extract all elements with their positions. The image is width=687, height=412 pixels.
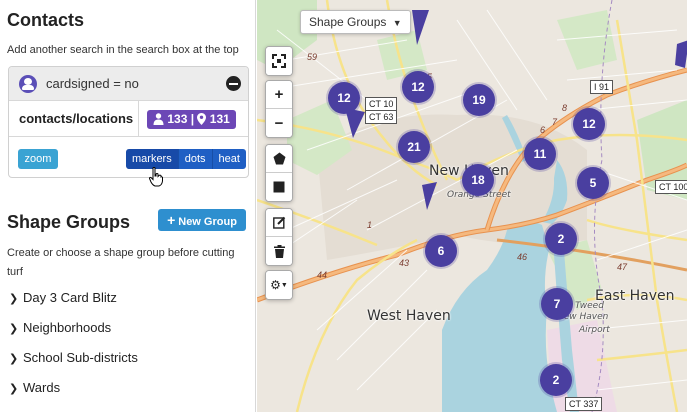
contacts-title: Contacts: [7, 10, 85, 30]
contacts-count: 133: [167, 112, 188, 126]
shield-ct63: CT 63: [365, 110, 398, 124]
zoom-out-icon[interactable]: −: [266, 109, 292, 137]
view-mode-toggle: markers dots heat: [126, 149, 246, 169]
marker-cluster[interactable]: 12: [328, 82, 360, 114]
chevron-right-icon: ❯: [9, 323, 19, 335]
sidebar: Contacts Add another search in the searc…: [0, 0, 256, 412]
caret-down-icon: ▼: [392, 18, 402, 28]
shield-ct10: CT 10: [365, 97, 398, 111]
shape-groups-dropdown-label: Shape Groups: [309, 15, 387, 29]
fullscreen-control: [265, 46, 293, 76]
markers-button[interactable]: markers: [126, 149, 178, 169]
label-airport: Airport: [579, 325, 610, 335]
gear-icon[interactable]: ⚙ ▼: [266, 271, 292, 299]
shield-i91: I 91: [590, 80, 614, 94]
plus-icon: +: [167, 212, 176, 228]
locations-count: 131: [209, 112, 230, 126]
settings-control: ⚙ ▼: [265, 270, 293, 300]
shield-ct337: CT 337: [565, 397, 603, 411]
zoom-button[interactable]: zoom: [18, 149, 58, 169]
draw-control: [265, 144, 293, 202]
polygon-icon[interactable]: [266, 145, 292, 173]
tree-item-neighborhoods[interactable]: ❯ Neighborhoods: [9, 320, 111, 335]
chevron-right-icon: ❯: [9, 293, 19, 305]
tree-item-label: School Sub-districts: [23, 350, 138, 365]
marker-cluster[interactable]: 6: [425, 235, 457, 267]
fullscreen-icon[interactable]: [266, 47, 292, 75]
tree-item-label: Wards: [23, 380, 61, 395]
edit-control: [265, 208, 293, 266]
road-47: 47: [617, 262, 628, 272]
trash-icon[interactable]: [266, 237, 292, 265]
tree-item-day3[interactable]: ❯ Day 3 Card Blitz: [9, 290, 117, 305]
shape-groups-hint: Create or choose a shape group before cu…: [7, 247, 235, 278]
new-group-button[interactable]: + New Group: [158, 209, 246, 231]
label-west-haven: West Haven: [367, 308, 451, 324]
map-view[interactable]: New Haven West Haven East Haven Orange S…: [257, 0, 687, 412]
marker-cluster[interactable]: 18: [462, 164, 494, 196]
search-card-row: contacts/locations 133 | 131: [9, 101, 248, 137]
tree-item-wards[interactable]: ❯ Wards: [9, 380, 60, 395]
search-card-header: cardsigned = no: [9, 67, 248, 101]
badge-separator: |: [190, 112, 195, 126]
search-card: cardsigned = no contacts/locations 133 |…: [8, 66, 249, 178]
zoom-in-icon[interactable]: +: [266, 81, 292, 109]
road-7: 7: [552, 117, 558, 127]
tree-item-school[interactable]: ❯ School Sub-districts: [9, 350, 138, 365]
rectangle-icon[interactable]: [266, 173, 292, 201]
shape-groups-dropdown[interactable]: Shape Groups ▼: [300, 10, 411, 34]
road-59: 59: [307, 52, 318, 62]
marker-cluster[interactable]: 12: [573, 108, 605, 140]
dots-button[interactable]: dots: [177, 149, 212, 169]
marker-cluster[interactable]: 21: [398, 131, 430, 163]
marker-cluster[interactable]: 19: [463, 84, 495, 116]
new-group-label: New Group: [178, 216, 237, 228]
row-divider: [138, 101, 139, 137]
road-46: 46: [517, 252, 528, 262]
remove-circle-icon[interactable]: [226, 76, 241, 91]
edit-icon[interactable]: [266, 209, 292, 237]
count-badge: 133 | 131: [147, 110, 236, 129]
contacts-locations-label: contacts/locations: [19, 111, 134, 126]
user-avatar-icon: [19, 75, 37, 93]
search-query[interactable]: cardsigned = no: [46, 76, 139, 91]
road-8: 8: [562, 103, 568, 113]
marker-cluster[interactable]: 7: [541, 288, 573, 320]
tree-item-label: Day 3 Card Blitz: [23, 290, 117, 305]
chevron-right-icon: ❯: [9, 353, 19, 365]
hand-cursor-icon: [149, 167, 163, 187]
shield-ct100: CT 100: [655, 180, 687, 194]
label-east-haven: East Haven: [595, 288, 675, 304]
person-icon: [153, 113, 164, 125]
map-background: [257, 0, 687, 412]
road-44: 44: [317, 270, 328, 280]
chevron-right-icon: ❯: [9, 383, 19, 395]
shape-groups-title: Shape Groups: [7, 212, 131, 232]
map-pin-icon: [197, 113, 207, 125]
road-6: 6: [540, 125, 546, 135]
contacts-hint: Add another search in the search box at …: [7, 44, 239, 56]
road-1: 1: [367, 220, 373, 230]
label-tweed: Tweed: [575, 301, 604, 311]
tree-item-label: Neighborhoods: [23, 320, 112, 335]
zoom-control: + −: [265, 80, 293, 138]
heat-button[interactable]: heat: [211, 149, 246, 169]
road-43: 43: [399, 258, 410, 268]
marker-cluster[interactable]: 2: [540, 364, 572, 396]
marker-cluster[interactable]: 5: [577, 167, 609, 199]
marker-cluster[interactable]: 2: [545, 223, 577, 255]
marker-cluster[interactable]: 12: [402, 71, 434, 103]
marker-cluster[interactable]: 11: [524, 138, 556, 170]
